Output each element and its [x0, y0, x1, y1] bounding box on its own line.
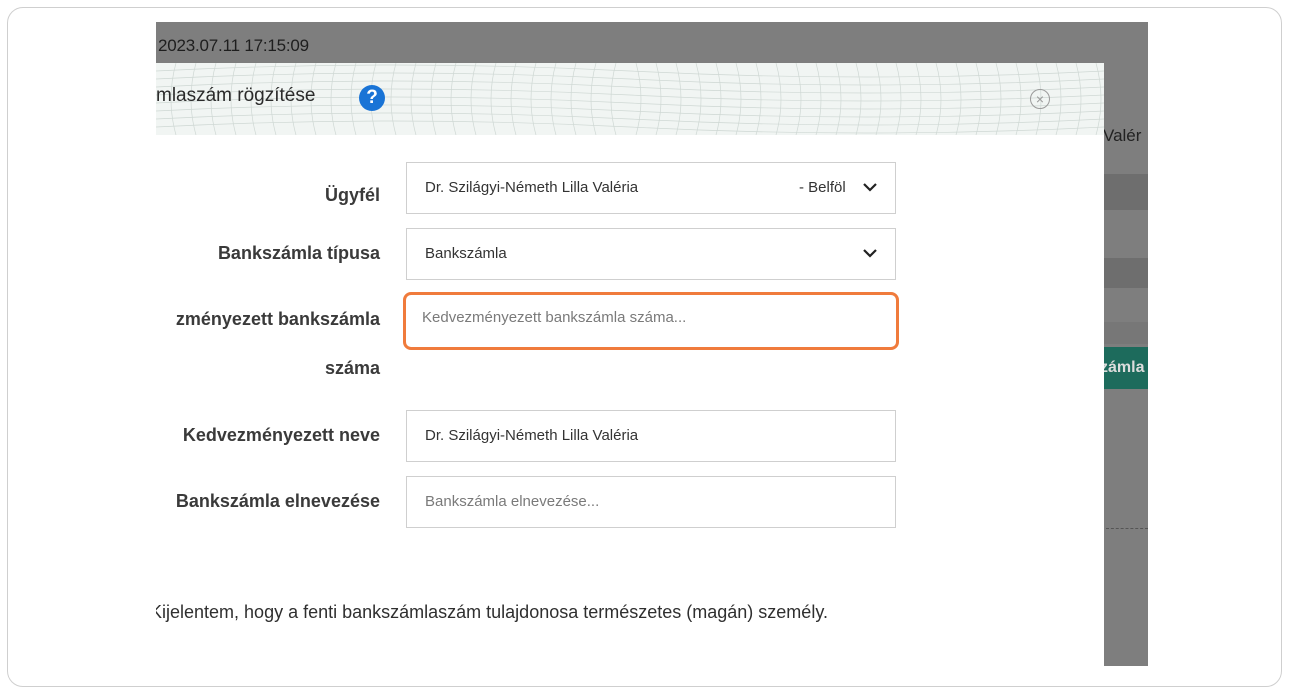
- client-select[interactable]: Dr. Szilágyi-Németh Lilla Valéria - Belf…: [406, 162, 896, 214]
- dialog-title: mlaszám rögzítése: [156, 85, 316, 106]
- beneficiary-name-input[interactable]: Dr. Szilágyi-Németh Lilla Valéria: [406, 410, 896, 462]
- account-nickname-input[interactable]: Bankszámla elnevezése...: [406, 476, 896, 528]
- redacted-area: [679, 171, 799, 205]
- bank-account-dialog: mlaszám rögzítése ? × Ügyfél Dr. Szilágy…: [156, 63, 1104, 666]
- beneficiary-account-label-line2: száma: [324, 358, 380, 378]
- beneficiary-name-value: Dr. Szilágyi-Németh Lilla Valéria: [425, 427, 639, 444]
- client-select-value: Dr. Szilágyi-Németh Lilla Valéria: [425, 179, 639, 196]
- beneficiary-account-label: zményezett bankszámla: [175, 309, 380, 329]
- account-nickname-label: Bankszámla elnevezése: [175, 491, 380, 511]
- account-type-value: Bankszámla: [425, 245, 507, 262]
- account-type-label: Bankszámla típusa: [217, 243, 380, 263]
- beneficiary-name-label: Kedvezményezett neve: [182, 425, 380, 445]
- close-icon[interactable]: ×: [1030, 89, 1050, 109]
- beneficiary-account-input[interactable]: Kedvezményezett bankszámla száma...: [403, 292, 899, 350]
- client-label: Ügyfél: [324, 185, 380, 205]
- background-divider: [1106, 528, 1148, 529]
- background-timestamp: 2023.07.11 17:15:09: [158, 36, 309, 55]
- dialog-header: mlaszám rögzítése ? ×: [156, 63, 1104, 135]
- beneficiary-account-placeholder: Kedvezményezett bankszámla száma...: [422, 309, 687, 326]
- declaration-text: Kijelentem, hogy a fenti bankszámlaszám …: [156, 602, 828, 622]
- account-type-select[interactable]: Bankszámla: [406, 228, 896, 280]
- account-nickname-placeholder: Bankszámla elnevezése...: [425, 493, 600, 510]
- background-column-label: Valér: [1103, 126, 1142, 145]
- help-icon[interactable]: ?: [359, 85, 385, 111]
- client-select-suffix: - Belföl: [799, 179, 846, 196]
- app-viewport: 2023.07.11 17:15:09 Valér zámla mlaszám …: [156, 22, 1148, 666]
